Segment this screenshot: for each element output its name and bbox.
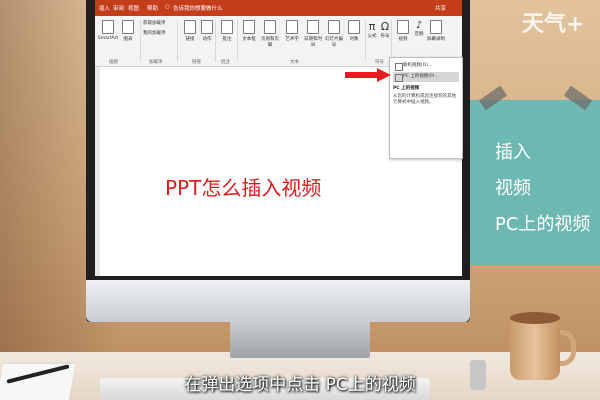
comment-label: 批注 bbox=[222, 37, 232, 42]
smartart-label: SmartArt bbox=[97, 36, 119, 41]
monitor-stand bbox=[230, 318, 370, 358]
watermark-logo: 天气+ bbox=[522, 12, 585, 37]
tell-me-box[interactable]: 告诉我你想要做什么 bbox=[173, 4, 223, 12]
online-video-item[interactable]: 联机视频(O)... bbox=[393, 61, 459, 71]
textbox-label: 文本框 bbox=[242, 37, 256, 42]
link-icon bbox=[184, 20, 196, 34]
wordart-icon bbox=[286, 20, 298, 34]
subtitle-caption: 在弹出选项中点击 PC上的视频 bbox=[184, 375, 416, 395]
pc-video-label: PC 上的视频(P)... bbox=[403, 74, 439, 79]
smartart-icon bbox=[102, 20, 114, 34]
pc-video-tooltip: PC 上的视频 从您的计算机或您连接到的其他计算机中插入视频。 bbox=[393, 86, 459, 106]
screen-recording-label: 屏幕录制 bbox=[427, 37, 445, 42]
tooltip-title: PC 上的视频 bbox=[393, 86, 420, 91]
chart-button[interactable]: 图表 bbox=[117, 20, 139, 42]
date-time-button[interactable]: 日期和时间 bbox=[302, 20, 324, 48]
smartart-button[interactable]: SmartArt bbox=[97, 20, 119, 41]
step-item-video: 视频 bbox=[495, 178, 531, 199]
video-dropdown: 联机视频(O)... PC 上的视频(P)... PC 上的视频 从您的计算机或… bbox=[389, 57, 463, 159]
lightbulb-icon: ○ bbox=[165, 4, 170, 10]
my-addins-label: 我的加载项 bbox=[143, 31, 166, 36]
header-footer-button[interactable]: 页眉和页脚 bbox=[259, 20, 281, 48]
wordart-button[interactable]: 艺术字 bbox=[281, 20, 303, 42]
header-footer-label: 页眉和页脚 bbox=[261, 37, 279, 48]
my-addins-button[interactable]: 我的加载项 bbox=[143, 30, 173, 36]
mug-rim bbox=[510, 312, 560, 324]
textbox-icon bbox=[243, 20, 255, 34]
screen-recording-button[interactable]: 屏幕录制 bbox=[425, 20, 447, 42]
group-text: 文本 bbox=[290, 60, 299, 65]
pc-video-item[interactable]: PC 上的视频(P)... bbox=[393, 72, 459, 82]
group-links: 链接 bbox=[192, 60, 201, 65]
group-separator bbox=[140, 20, 141, 62]
object-icon bbox=[348, 20, 360, 34]
action-label: 动作 bbox=[202, 37, 212, 42]
comment-icon bbox=[221, 20, 233, 34]
slide-number-icon bbox=[328, 20, 340, 34]
online-video-label: 联机视频(O)... bbox=[403, 63, 433, 68]
star-icon bbox=[201, 20, 213, 34]
tab-view[interactable]: 视图 bbox=[128, 4, 139, 12]
header-footer-icon bbox=[264, 20, 276, 34]
symbol-label: 符号 bbox=[380, 34, 390, 39]
globe-icon bbox=[395, 63, 403, 71]
date-time-label: 日期和时间 bbox=[304, 37, 322, 48]
group-addins: 加载项 bbox=[149, 60, 163, 65]
slide-title[interactable]: PPT怎么插入视频 bbox=[165, 172, 321, 201]
step-item-pc-video: PC上的视频 bbox=[495, 214, 591, 235]
link-label: 链接 bbox=[185, 37, 195, 42]
audio-label: 音频 bbox=[414, 32, 424, 37]
step-item-insert: 插入 bbox=[495, 142, 531, 163]
chart-label: 图表 bbox=[123, 37, 133, 42]
step-panel bbox=[470, 100, 600, 265]
comment-button[interactable]: 批注 bbox=[216, 20, 238, 42]
background-scene: 插入 视频 PC上的视频 天气+ 插入 审阅 视图 帮助 ○ 告诉我你想要做什么… bbox=[0, 0, 600, 400]
monitor-chin bbox=[86, 280, 470, 322]
red-arrow-icon bbox=[345, 68, 391, 82]
tab-review[interactable]: 审阅 bbox=[113, 4, 124, 12]
wordart-label: 艺术字 bbox=[285, 37, 299, 42]
tooltip-text: 从您的计算机或您连接到的其他计算机中插入视频。 bbox=[393, 94, 456, 105]
get-addins-button[interactable]: 获取加载项 bbox=[143, 20, 173, 26]
group-comments: 批注 bbox=[221, 60, 230, 65]
object-label: 对象 bbox=[349, 37, 359, 42]
video-label: 视频 bbox=[398, 37, 408, 42]
slide-number-button[interactable]: 幻灯片编号 bbox=[323, 20, 345, 48]
group-symbols: 符号 bbox=[375, 60, 384, 65]
textbox-button[interactable]: 文本框 bbox=[238, 20, 260, 42]
thumbnail-pane[interactable] bbox=[95, 67, 100, 276]
get-addins-label: 获取加载项 bbox=[143, 21, 166, 26]
screen-recording-icon bbox=[430, 20, 442, 34]
video-file-icon bbox=[395, 74, 403, 82]
title-bar: 插入 审阅 视图 帮助 ○ 告诉我你想要做什么 共享 bbox=[95, 0, 462, 16]
calendar-icon bbox=[307, 20, 319, 34]
chart-icon bbox=[122, 20, 134, 34]
group-illustrations: 插图 bbox=[109, 60, 118, 65]
slide-number-label: 幻灯片编号 bbox=[325, 37, 343, 48]
share-button[interactable]: 共享 bbox=[435, 4, 446, 12]
tab-help[interactable]: 帮助 bbox=[147, 4, 158, 12]
tab-insert[interactable]: 插入 bbox=[99, 4, 110, 12]
group-separator bbox=[177, 20, 178, 62]
